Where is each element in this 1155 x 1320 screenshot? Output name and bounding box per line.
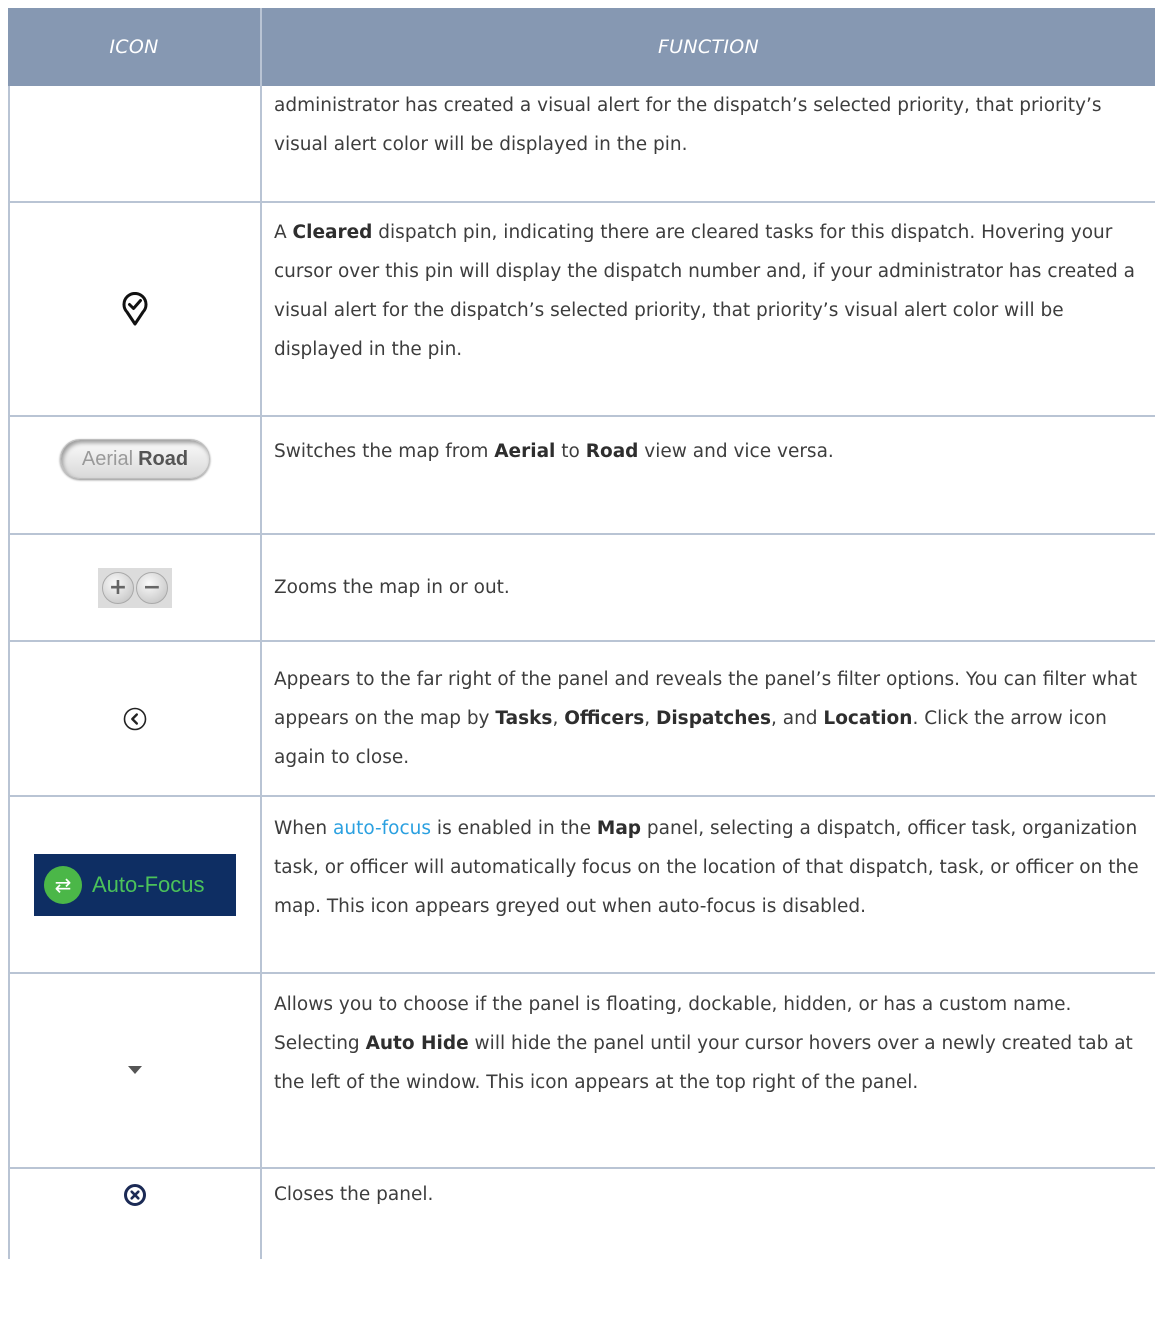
text-run: to (555, 441, 586, 462)
table-header: ICON FUNCTION (8, 8, 1155, 86)
text-run: Zooms the map in or out. (274, 577, 510, 598)
bold-term: Cleared (292, 222, 373, 243)
aerial-road-toggle: Aerial Road (60, 439, 210, 479)
table-row: A Cleared dispatch pin, indicating there… (8, 203, 1155, 417)
text-run: view and vice versa. (638, 441, 834, 462)
table-row: Aerial Road Switches the map from Aerial… (8, 417, 1155, 535)
cleared-pin-icon (122, 292, 148, 326)
table-row: Allows you to choose if the panel is flo… (8, 974, 1155, 1169)
auto-focus-link[interactable]: auto-focus (333, 818, 431, 839)
swap-arrows-icon: ⇄ (44, 865, 82, 904)
icon-function-table: ICON FUNCTION administrator has created … (8, 8, 1155, 1259)
icon-cell: ⇄ Auto-Focus (10, 797, 262, 972)
icon-cell (10, 974, 262, 1167)
text-run: , (552, 708, 565, 729)
text-run: , and (770, 708, 824, 729)
text-run: Closes the panel. (274, 1184, 434, 1205)
road-label: Road (138, 447, 189, 470)
bold-term: Road (585, 441, 639, 462)
function-text: When auto-focus is enabled in the Map pa… (262, 797, 1155, 972)
text-run: , (644, 708, 656, 729)
table-row: administrator has created a visual alert… (8, 86, 1155, 203)
bold-term: Tasks (495, 708, 553, 729)
zoom-out-icon: − (136, 571, 168, 604)
bold-term: Dispatches (655, 708, 771, 729)
function-text: administrator has created a visual alert… (262, 86, 1155, 201)
text-run: administrator has created a visual alert… (274, 95, 1102, 155)
icon-cell (10, 203, 262, 415)
table-row: Appears to the far right of the panel an… (8, 642, 1155, 797)
bold-term: Auto Hide (365, 1033, 469, 1054)
text-run: is enabled in the (431, 818, 597, 839)
auto-focus-label: Auto-Focus (92, 871, 205, 897)
function-text: Allows you to choose if the panel is flo… (262, 974, 1155, 1167)
function-text: Zooms the map in or out. (262, 535, 1155, 640)
text-run: dispatch pin, indicating there are clear… (274, 222, 1136, 360)
zoom-in-icon: + (102, 571, 134, 604)
table-row: + − Zooms the map in or out. (8, 535, 1155, 642)
icon-column-header: ICON (8, 8, 262, 86)
bold-term: Location (823, 708, 913, 729)
icon-cell: Aerial Road (10, 417, 262, 533)
zoom-controls-icon: + − (98, 567, 172, 608)
table-row: Closes the panel. (8, 1169, 1155, 1259)
icon-cell (10, 1169, 262, 1259)
function-text: Closes the panel. (262, 1169, 1155, 1259)
bold-term: Aerial (494, 441, 556, 462)
text-run: A (274, 222, 293, 243)
text-run: Switches the map from (274, 441, 495, 462)
function-text: Appears to the far right of the panel an… (262, 642, 1155, 795)
close-circle-icon (124, 1184, 146, 1206)
caret-down-icon (128, 1066, 142, 1074)
auto-focus-button: ⇄ Auto-Focus (34, 853, 236, 916)
table-row: ⇄ Auto-Focus When auto-focus is enabled … (8, 797, 1155, 974)
chevron-left-circle-icon (123, 707, 147, 730)
icon-cell (10, 642, 262, 795)
bold-term: Map (596, 818, 642, 839)
icon-cell: + − (10, 535, 262, 640)
bold-term: Officers (564, 708, 645, 729)
icon-cell (10, 86, 262, 201)
function-text: A Cleared dispatch pin, indicating there… (262, 203, 1155, 415)
function-text: Switches the map from Aerial to Road vie… (262, 417, 1155, 533)
aerial-label: Aerial (81, 447, 134, 470)
function-column-header: FUNCTION (657, 36, 760, 58)
text-run: When (274, 818, 334, 839)
